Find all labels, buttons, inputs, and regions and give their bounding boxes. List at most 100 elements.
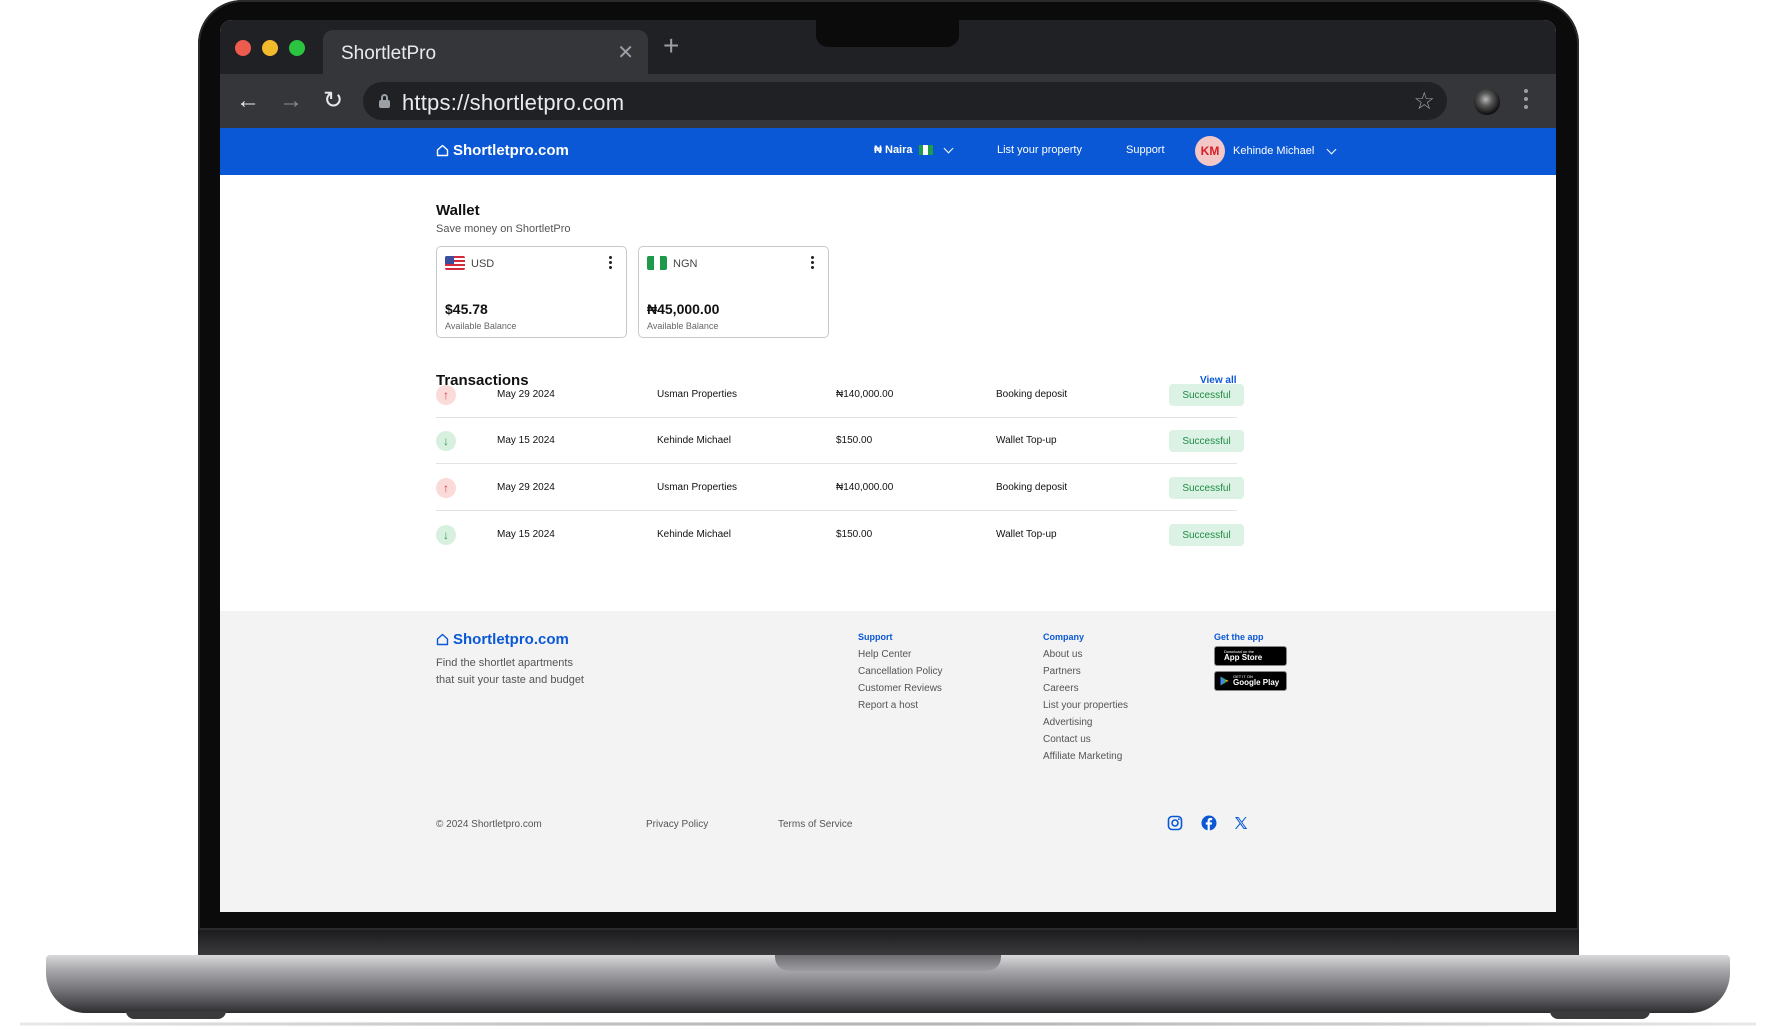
window-minimize-button[interactable] (262, 40, 278, 56)
wallet-balance: $45.78 (445, 301, 488, 317)
house-logo-icon (436, 144, 449, 157)
currency-selector[interactable]: ₦ Naira (874, 143, 953, 156)
table-row[interactable]: ↑ May 29 2024 Usman Properties ₦140,000.… (436, 465, 1244, 511)
nigeria-flag-icon (647, 256, 667, 270)
footer-tagline-line: Find the shortlet apartments (436, 657, 573, 669)
more-options-icon[interactable] (608, 256, 612, 270)
footer-link-cancellation-policy[interactable]: Cancellation Policy (858, 663, 943, 680)
footer-company-heading: Company (1043, 632, 1085, 642)
footer-link-advertising[interactable]: Advertising (1043, 714, 1128, 731)
wallet-balance-label: Available Balance (647, 321, 719, 331)
laptop-foot-left (126, 1011, 226, 1019)
transaction-party: Usman Properties (657, 482, 738, 493)
support-link[interactable]: Support (1126, 144, 1165, 156)
app-store-button[interactable]: Download on the App Store (1214, 646, 1287, 666)
arrow-down-icon: ↓ (436, 525, 456, 545)
transaction-amount: ₦140,000.00 (836, 389, 894, 400)
url-text: https://shortletpro.com (402, 90, 625, 115)
site-footer: Shortletpro.com Find the shortlet apartm… (220, 611, 1556, 912)
chevron-down-icon (943, 143, 953, 153)
app-store-text: App Store (1224, 653, 1263, 662)
status-badge: Successful (1169, 524, 1244, 546)
transaction-date: May 15 2024 (497, 529, 555, 540)
arrow-up-icon: ↑ (436, 385, 456, 405)
status-badge: Successful (1169, 384, 1244, 406)
footer-link-report-host[interactable]: Report a host (858, 697, 943, 714)
instagram-icon[interactable] (1167, 815, 1183, 831)
transaction-party: Kehinde Michael (657, 435, 731, 446)
footer-logo-text: Shortletpro.com (453, 631, 569, 648)
footer-support-column: Support Help Center Cancellation Policy … (858, 632, 943, 714)
new-tab-plus-icon[interactable]: + (663, 32, 679, 60)
wallet-subtitle: Save money on ShortletPro (436, 223, 571, 235)
laptop-base-groove (775, 955, 1001, 971)
facebook-icon[interactable] (1201, 815, 1217, 831)
forward-arrow-icon[interactable]: → (276, 86, 306, 116)
transaction-description: Booking deposit (996, 389, 1068, 400)
google-play-icon (1220, 676, 1229, 686)
laptop-shadow (20, 1022, 1756, 1026)
currency-label: ₦ Naira (874, 144, 913, 156)
more-options-icon[interactable] (810, 256, 814, 270)
nigeria-flag-icon (918, 145, 933, 155)
browser-tab[interactable]: ShortletPro ✕ (323, 30, 648, 74)
google-play-button[interactable]: GET IT ON Google Play (1214, 671, 1287, 691)
camera-notch (816, 20, 959, 47)
transaction-party: Kehinde Michael (657, 529, 731, 540)
wallet-balance-label: Available Balance (445, 321, 517, 331)
wallet-balance: ₦45,000.00 (647, 301, 720, 317)
header-logo[interactable]: Shortletpro.com (436, 142, 569, 159)
transaction-amount: $150.00 (836, 435, 873, 446)
browser-profile-avatar[interactable] (1474, 89, 1500, 115)
browser-menu-icon[interactable] (1523, 89, 1529, 113)
footer-support-heading: Support (858, 632, 893, 642)
footer-link-contact[interactable]: Contact us (1043, 731, 1128, 748)
copyright: © 2024 Shortletpro.com (436, 819, 542, 830)
back-arrow-icon[interactable]: ← (233, 86, 263, 116)
table-row[interactable]: ↑ May 29 2024 Usman Properties ₦140,000.… (436, 372, 1244, 418)
privacy-policy-link[interactable]: Privacy Policy (646, 819, 708, 830)
site-header: Shortletpro.com ₦ Naira List your proper… (220, 128, 1556, 175)
footer-company-column: Company About us Partners Careers List y… (1043, 632, 1128, 765)
laptop-foot-right (1550, 1011, 1650, 1019)
chevron-down-icon (1326, 144, 1337, 154)
arrow-down-icon: ↓ (436, 431, 456, 451)
table-row[interactable]: ↓ May 15 2024 Kehinde Michael $150.00 Wa… (436, 418, 1244, 464)
footer-logo[interactable]: Shortletpro.com (436, 631, 569, 648)
house-logo-icon (436, 633, 449, 646)
table-row[interactable]: ↓ May 15 2024 Kehinde Michael $150.00 Wa… (436, 512, 1244, 558)
window-close-button[interactable] (235, 40, 251, 56)
header-logo-text: Shortletpro.com (453, 142, 569, 159)
footer-link-affiliate[interactable]: Affiliate Marketing (1043, 748, 1128, 765)
footer-link-customer-reviews[interactable]: Customer Reviews (858, 680, 943, 697)
footer-link-about[interactable]: About us (1043, 646, 1128, 663)
wallet-card-ngn[interactable]: NGN ₦45,000.00 Available Balance (638, 246, 829, 338)
bookmark-star-icon[interactable]: ☆ (1413, 87, 1435, 116)
transaction-amount: $150.00 (836, 529, 873, 540)
arrow-up-icon: ↑ (436, 478, 456, 498)
transaction-amount: ₦140,000.00 (836, 482, 894, 493)
terms-of-service-link[interactable]: Terms of Service (778, 819, 852, 830)
footer-tagline-line: that suit your taste and budget (436, 674, 584, 686)
screen: ShortletPro ✕ + ← → ↻ https://shortletpr… (220, 20, 1556, 912)
tab-close-icon[interactable]: ✕ (617, 40, 634, 65)
window-maximize-button[interactable] (289, 40, 305, 56)
reload-icon[interactable]: ↻ (318, 86, 348, 116)
address-bar[interactable]: https://shortletpro.com ☆ (363, 82, 1447, 120)
laptop-hinge (198, 930, 1579, 955)
list-property-link[interactable]: List your property (997, 144, 1082, 156)
user-name: Kehinde Michael (1233, 145, 1315, 157)
google-play-text: Google Play (1233, 678, 1280, 687)
transaction-description: Booking deposit (996, 482, 1068, 493)
user-menu[interactable]: KM Kehinde Michael (1195, 136, 1337, 166)
footer-link-list-properties[interactable]: List your properties (1043, 697, 1128, 714)
transaction-description: Wallet Top-up (996, 435, 1057, 446)
status-badge: Successful (1169, 430, 1244, 452)
footer-link-careers[interactable]: Careers (1043, 680, 1128, 697)
transaction-date: May 29 2024 (497, 482, 555, 493)
wallet-card-usd[interactable]: USD $45.78 Available Balance (436, 246, 627, 338)
x-twitter-icon[interactable] (1233, 815, 1249, 831)
wallet-currency-code: NGN (673, 258, 698, 270)
footer-link-help-center[interactable]: Help Center (858, 646, 943, 663)
footer-link-partners[interactable]: Partners (1043, 663, 1128, 680)
